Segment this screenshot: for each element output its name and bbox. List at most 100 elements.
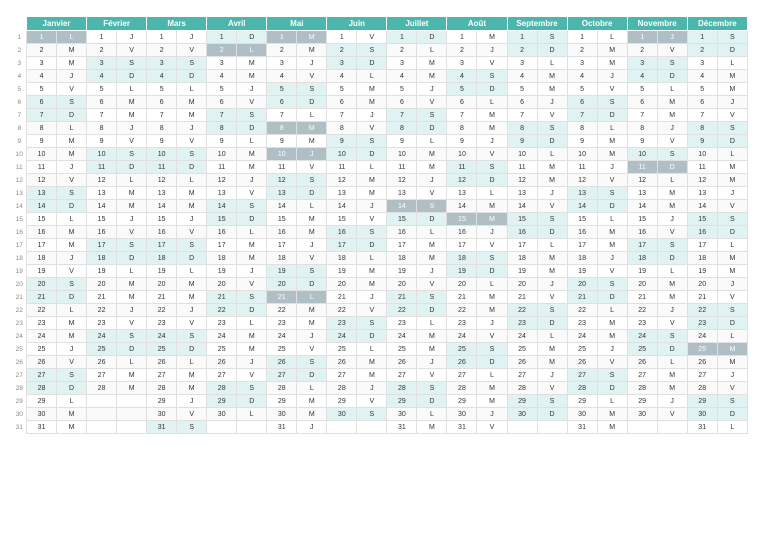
day-letter: L bbox=[597, 213, 627, 226]
day-letter: S bbox=[477, 70, 507, 83]
day-letter: D bbox=[117, 252, 147, 265]
day-letter: L bbox=[57, 395, 87, 408]
day-letter: L bbox=[57, 31, 87, 44]
row-number: 24 bbox=[13, 330, 27, 343]
day-number: 14 bbox=[147, 200, 177, 213]
day-number: 22 bbox=[27, 304, 57, 317]
day-letter: V bbox=[177, 408, 207, 421]
day-letter: V bbox=[717, 291, 747, 304]
day-letter: M bbox=[177, 382, 207, 395]
month-jan: Janvier bbox=[27, 17, 87, 31]
day-number: 4 bbox=[567, 70, 597, 83]
month-apr: Avril bbox=[207, 17, 267, 31]
day-number: 13 bbox=[687, 187, 717, 200]
table-row: 1818J18D18D18M18V18L18M18S18M18J18D18M bbox=[13, 252, 748, 265]
day-number: 7 bbox=[507, 109, 537, 122]
day-letter: S bbox=[297, 265, 327, 278]
day-letter: S bbox=[297, 356, 327, 369]
day-letter: J bbox=[297, 421, 327, 434]
day-letter: M bbox=[237, 70, 267, 83]
day-letter: S bbox=[417, 109, 447, 122]
day-letter: M bbox=[537, 252, 567, 265]
day-number: 10 bbox=[687, 148, 717, 161]
day-number: 15 bbox=[27, 213, 57, 226]
day-number: 21 bbox=[87, 291, 117, 304]
day-number: 27 bbox=[27, 369, 57, 382]
day-number: 2 bbox=[327, 44, 357, 57]
day-letter: J bbox=[117, 122, 147, 135]
day-letter: V bbox=[297, 252, 327, 265]
day-letter: M bbox=[237, 57, 267, 70]
day-letter: S bbox=[357, 44, 387, 57]
day-letter: J bbox=[237, 356, 267, 369]
table-row: 2525J25D25D25M25V25L25M25S25M25J25D25M bbox=[13, 343, 748, 356]
day-letter: M bbox=[537, 70, 567, 83]
table-row: 2929L29J29D29M29V29D29M29S29L29J29S bbox=[13, 395, 748, 408]
day-number: 15 bbox=[387, 213, 417, 226]
day-number: 11 bbox=[87, 161, 117, 174]
day-letter: D bbox=[417, 31, 447, 44]
day-number: 6 bbox=[627, 96, 657, 109]
day-letter: L bbox=[417, 44, 447, 57]
day-letter: M bbox=[297, 122, 327, 135]
day-letter: D bbox=[477, 83, 507, 96]
day-number: 3 bbox=[387, 57, 417, 70]
day-number: 9 bbox=[387, 135, 417, 148]
day-letter: M bbox=[537, 343, 567, 356]
day-number: 25 bbox=[207, 343, 237, 356]
day-number: 13 bbox=[567, 187, 597, 200]
day-letter: J bbox=[237, 83, 267, 96]
day-number: 2 bbox=[87, 44, 117, 57]
day-letter: V bbox=[417, 96, 447, 109]
day-letter: V bbox=[537, 200, 567, 213]
day-number: 21 bbox=[507, 291, 537, 304]
day-number: 7 bbox=[627, 109, 657, 122]
day-letter: M bbox=[57, 421, 87, 434]
day-number: 3 bbox=[87, 57, 117, 70]
day-letter: S bbox=[357, 408, 387, 421]
day-letter: M bbox=[117, 187, 147, 200]
day-letter: D bbox=[657, 252, 687, 265]
day-letter: V bbox=[177, 135, 207, 148]
day-number: 13 bbox=[267, 187, 297, 200]
day-number: 17 bbox=[27, 239, 57, 252]
day-number: 15 bbox=[567, 213, 597, 226]
day-letter: D bbox=[597, 291, 627, 304]
day-number: 20 bbox=[327, 278, 357, 291]
day-number: 19 bbox=[327, 265, 357, 278]
day-letter: M bbox=[297, 317, 327, 330]
day-number: 24 bbox=[87, 330, 117, 343]
day-number: 18 bbox=[387, 252, 417, 265]
table-row: 2323M23V23V23L23M23S23L23J23D23M23V23D bbox=[13, 317, 748, 330]
day-number: 6 bbox=[27, 96, 57, 109]
day-letter: D bbox=[297, 187, 327, 200]
day-letter: L bbox=[657, 174, 687, 187]
day-number: 5 bbox=[87, 83, 117, 96]
day-letter: M bbox=[117, 278, 147, 291]
day-letter: J bbox=[417, 356, 447, 369]
day-letter: V bbox=[537, 291, 567, 304]
day-letter: J bbox=[597, 252, 627, 265]
day-letter: V bbox=[237, 96, 267, 109]
day-number: 9 bbox=[327, 135, 357, 148]
day-number: 17 bbox=[387, 239, 417, 252]
day-letter: D bbox=[537, 226, 567, 239]
day-letter: J bbox=[177, 395, 207, 408]
day-number: 12 bbox=[507, 174, 537, 187]
day-letter: D bbox=[537, 408, 567, 421]
day-letter: M bbox=[657, 291, 687, 304]
day-letter: L bbox=[357, 252, 387, 265]
day-number: 3 bbox=[447, 57, 477, 70]
day-letter: M bbox=[297, 213, 327, 226]
day-letter: S bbox=[57, 187, 87, 200]
day-number: 14 bbox=[87, 200, 117, 213]
day-letter: V bbox=[477, 421, 507, 434]
day-number: 18 bbox=[507, 252, 537, 265]
day-number: 9 bbox=[627, 135, 657, 148]
day-number: 15 bbox=[627, 213, 657, 226]
day-letter: L bbox=[297, 382, 327, 395]
day-letter: D bbox=[357, 239, 387, 252]
day-number: 16 bbox=[207, 226, 237, 239]
day-letter: S bbox=[657, 330, 687, 343]
day-letter bbox=[537, 421, 567, 434]
